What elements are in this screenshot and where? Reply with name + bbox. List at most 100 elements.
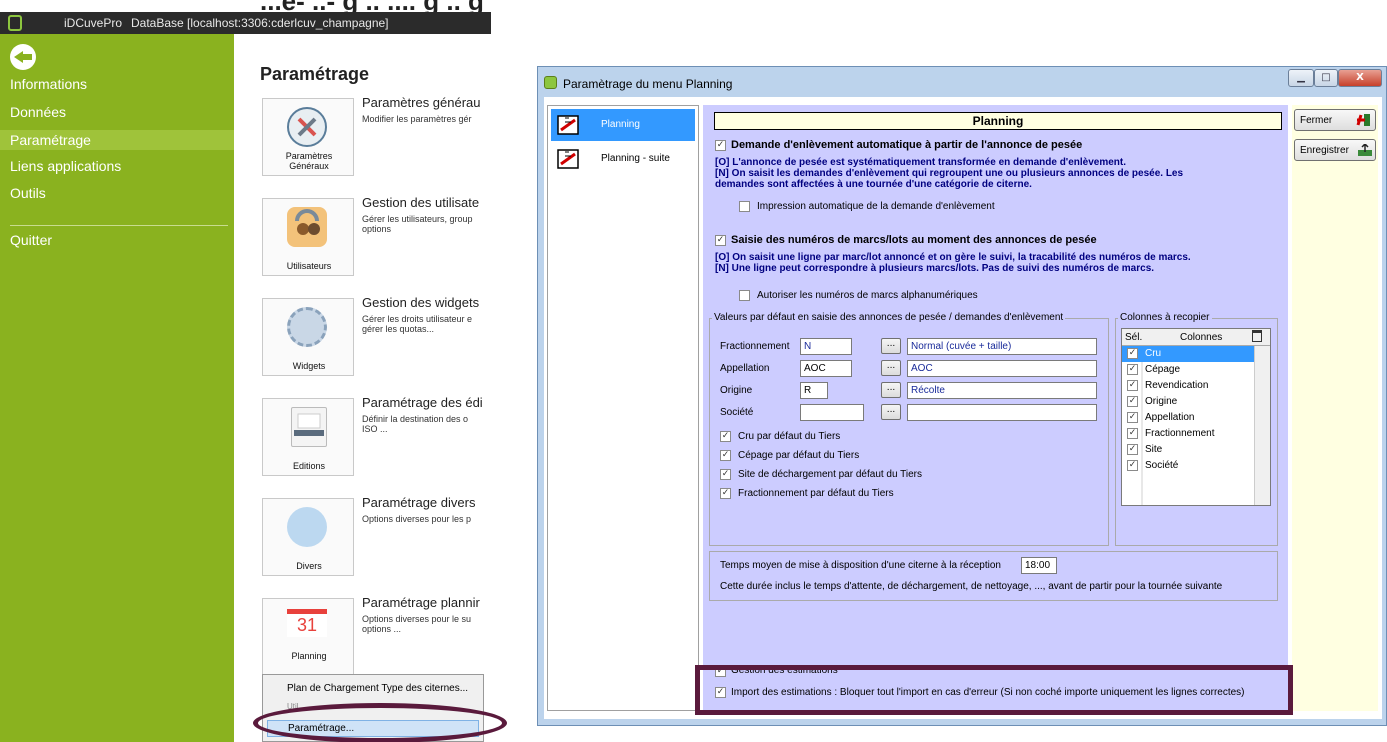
- section-title[interactable]: Paramétrage des édi: [362, 395, 491, 410]
- close-window-button[interactable]: X: [1338, 69, 1382, 87]
- menu-item-plan-chargement[interactable]: Plan de Chargement Type des citernes...: [287, 683, 468, 694]
- card-widgets[interactable]: Widgets: [262, 298, 354, 376]
- column-row-fractionnement[interactable]: ✓ Fractionnement: [1122, 426, 1254, 442]
- appellation-desc-input[interactable]: AOC: [907, 360, 1097, 377]
- fractionnement-browse-button[interactable]: ...: [881, 338, 901, 354]
- card-parametres-generaux[interactable]: Paramètres Généraux: [262, 98, 354, 176]
- section-title[interactable]: Paramètres générau: [362, 95, 491, 110]
- demande-auto-note: demandes sont affectées à une tournée d'…: [715, 179, 1032, 190]
- columns-group: Colonnes à recopier Sél. Colonnes ✓ Cru ✓…: [1115, 312, 1278, 546]
- societe-code-input[interactable]: [800, 404, 864, 421]
- row-checkbox[interactable]: ✓: [1127, 396, 1138, 407]
- highlight-ellipse: [253, 703, 507, 742]
- back-arrow-icon[interactable]: [10, 44, 36, 70]
- enregistrer-button[interactable]: Enregistrer: [1294, 139, 1376, 161]
- header-sel: Sél.: [1125, 332, 1143, 343]
- alphanumeriques-label: Autoriser les numéros de marcs alphanumé…: [757, 290, 978, 301]
- demande-auto-note: [O] L'annonce de pesée est systématiquem…: [715, 157, 1126, 168]
- dialog-body: Planning Planning - suite Planning ✓ Dem…: [544, 97, 1382, 719]
- section-title[interactable]: Gestion des utilisate: [362, 195, 491, 210]
- dialog-title: Paramètrage du menu Planning: [563, 77, 733, 91]
- row-name: Société: [1145, 460, 1179, 471]
- temps-moyen-input[interactable]: 18:00: [1021, 557, 1057, 574]
- sidebar-item-quitter[interactable]: Quitter: [10, 232, 52, 248]
- maximize-button[interactable]: □: [1314, 69, 1338, 87]
- row-checkbox[interactable]: ✓: [1127, 428, 1138, 439]
- column-row-cru[interactable]: ✓ Cru: [1122, 346, 1254, 362]
- cru-defaut-checkbox[interactable]: ✓: [720, 431, 731, 442]
- impression-auto-label: Impression automatique de la demande d'e…: [757, 201, 995, 212]
- defaults-group: Valeurs par défaut en saisie des annonce…: [709, 312, 1109, 546]
- saisie-numeros-checkbox[interactable]: ✓: [715, 235, 726, 246]
- wrench-screwdriver-icon: [287, 107, 327, 147]
- column-row-revendication[interactable]: ✓ Revendication: [1122, 378, 1254, 394]
- fermer-button[interactable]: Fermer: [1294, 109, 1376, 131]
- row-checkbox[interactable]: ✓: [1127, 460, 1138, 471]
- origine-desc-input[interactable]: Récolte: [907, 382, 1097, 399]
- section-description: Définir la destination des o: [362, 414, 469, 424]
- sidebar-divider: [10, 225, 228, 226]
- site-defaut-checkbox[interactable]: ✓: [720, 469, 731, 480]
- appellation-browse-button[interactable]: ...: [881, 360, 901, 376]
- column-row-cepage[interactable]: ✓ Cépage: [1122, 362, 1254, 378]
- temps-moyen-note: Cette durée inclus le temps d'attente, d…: [720, 581, 1223, 592]
- sidebar-item-outils[interactable]: Outils: [10, 185, 46, 201]
- fermer-label: Fermer: [1300, 115, 1333, 126]
- alphanumeriques-checkbox[interactable]: [739, 290, 750, 301]
- row-checkbox[interactable]: ✓: [1127, 348, 1138, 359]
- columns-scrollbar[interactable]: [1254, 346, 1270, 505]
- row-name: Site: [1145, 444, 1163, 455]
- row-checkbox[interactable]: ✓: [1127, 380, 1138, 391]
- sidebar-item-informations[interactable]: Informations: [10, 76, 87, 92]
- row-name: Revendication: [1145, 380, 1209, 391]
- section-title[interactable]: Gestion des widgets: [362, 295, 491, 310]
- impression-auto-checkbox[interactable]: [739, 201, 750, 212]
- demande-auto-note: [N] On saisit les demandes d'enlèvement …: [715, 168, 1184, 179]
- origine-browse-button[interactable]: ...: [881, 382, 901, 398]
- card-editions[interactable]: Editions: [262, 398, 354, 476]
- column-row-site[interactable]: ✓ Site: [1122, 442, 1254, 458]
- cepage-defaut-checkbox[interactable]: ✓: [720, 450, 731, 461]
- fractionnement-code-input[interactable]: N: [800, 338, 852, 355]
- minimize-button[interactable]: ▁: [1288, 69, 1314, 87]
- section-title[interactable]: Paramétrage plannir: [362, 595, 491, 610]
- row-checkbox[interactable]: ✓: [1127, 444, 1138, 455]
- section-title[interactable]: Paramétrage divers: [362, 495, 491, 510]
- sidebar-item-donnees[interactable]: Données: [10, 104, 66, 120]
- card-planning[interactable]: 31 Planning: [262, 598, 354, 676]
- origine-code-input[interactable]: R: [800, 382, 828, 399]
- main-app-window: iDCuvePro DataBase [localhost:3306:cderl…: [0, 12, 491, 742]
- panel-title: Planning: [714, 112, 1282, 130]
- sidebar-item-liens-applications[interactable]: Liens applications: [10, 158, 121, 174]
- societe-desc-input[interactable]: [907, 404, 1097, 421]
- section-description: Options diverses pour le su: [362, 614, 472, 624]
- column-row-origine[interactable]: ✓ Origine: [1122, 394, 1254, 410]
- card-divers[interactable]: Divers: [262, 498, 354, 576]
- temps-moyen-label: Temps moyen de mise à disposition d'une …: [720, 560, 1001, 571]
- page-title: Paramétrage: [260, 64, 370, 84]
- nav-item-planning-suite[interactable]: Planning - suite: [551, 143, 695, 175]
- row-checkbox[interactable]: ✓: [1127, 364, 1138, 375]
- columns-table: Sél. Colonnes ✓ Cru ✓ Cépage ✓ Revendicatio…: [1121, 328, 1271, 506]
- demande-auto-checkbox[interactable]: ✓: [715, 140, 726, 151]
- societe-browse-button[interactable]: ...: [881, 404, 901, 420]
- fractionnement-desc-input[interactable]: Normal (cuvée + taille): [907, 338, 1097, 355]
- section-description: options ...: [362, 624, 402, 634]
- card-utilisateurs[interactable]: Utilisateurs: [262, 198, 354, 276]
- column-row-societe[interactable]: ✓ Société: [1122, 458, 1254, 474]
- trash-icon[interactable]: [1252, 330, 1262, 342]
- appellation-code-input[interactable]: AOC: [800, 360, 852, 377]
- fractionnement-defaut-checkbox[interactable]: ✓: [720, 488, 731, 499]
- defaults-group-title: Valeurs par défaut en saisie des annonce…: [712, 312, 1066, 323]
- row-checkbox[interactable]: ✓: [1127, 412, 1138, 423]
- column-row-appellation[interactable]: ✓ Appellation: [1122, 410, 1254, 426]
- site-defaut-label: Site de déchargement par défaut du Tiers: [738, 469, 923, 480]
- nav-item-planning[interactable]: Planning: [551, 109, 695, 141]
- row-name: Cépage: [1145, 364, 1181, 375]
- sidebar-item-parametrage[interactable]: Paramétrage: [0, 130, 234, 150]
- cropped-header-text: ...e- ..- g .. .... g .. g: [260, 0, 484, 12]
- cepage-defaut-label: Cépage par défaut du Tiers: [738, 450, 860, 461]
- card-label: Utilisateurs: [286, 261, 332, 271]
- users-lock-icon: [287, 207, 327, 247]
- demande-auto-label: Demande d'enlèvement automatique à parti…: [731, 139, 1083, 151]
